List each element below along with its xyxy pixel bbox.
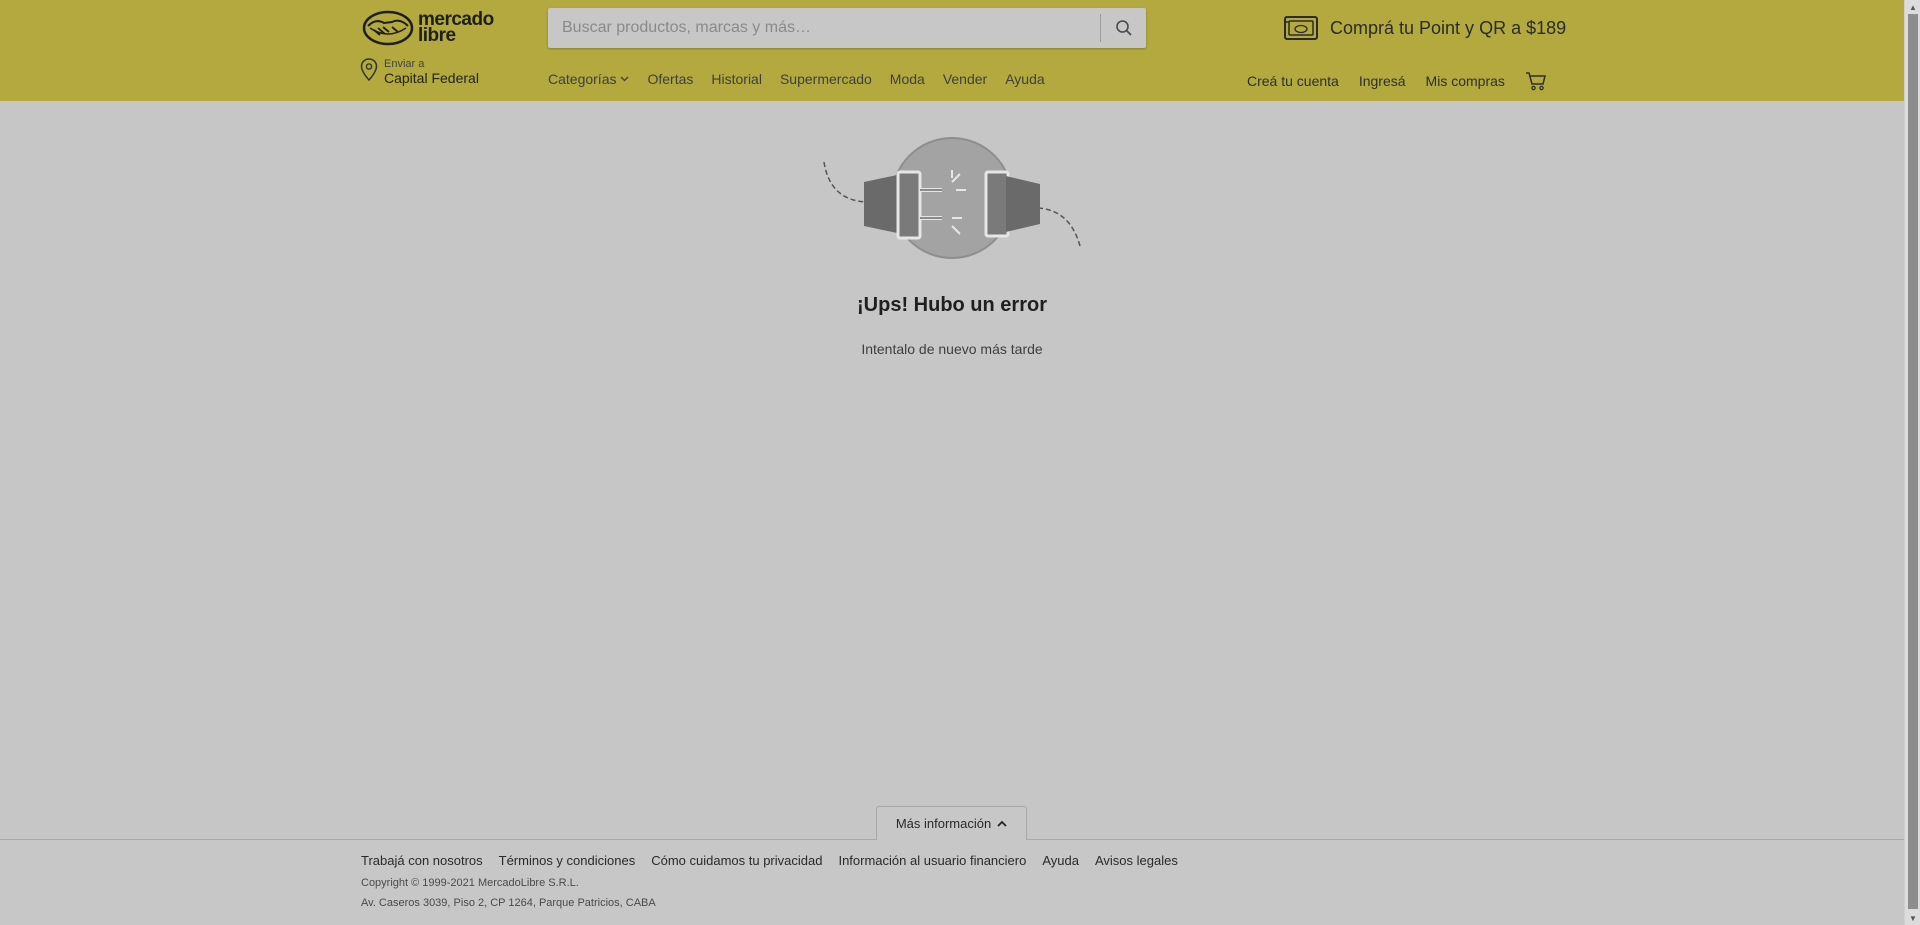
search-button[interactable]	[1100, 14, 1146, 42]
login-link[interactable]: Ingresá	[1359, 73, 1406, 89]
my-purchases-link[interactable]: Mis compras	[1426, 73, 1505, 89]
location-value: Capital Federal	[384, 70, 479, 86]
nav-item-label: Supermercado	[779, 71, 872, 87]
main-nav: Categorías Ofertas Historial Supermercad…	[548, 71, 1063, 87]
nav-item-ofertas[interactable]: Ofertas	[647, 71, 693, 87]
footer-link-ayuda[interactable]: Ayuda	[1042, 853, 1079, 868]
nav-item-label: Categorías	[548, 71, 617, 87]
point-card-reader-icon	[1284, 16, 1318, 40]
mercadolibre-logo[interactable]: mercado libre	[362, 9, 502, 47]
nav-item-moda[interactable]: Moda	[890, 71, 925, 87]
nav-item-vender[interactable]: Vender	[943, 71, 987, 87]
delivery-location[interactable]: Enviar a Capital Federal	[360, 58, 479, 87]
footer-link-terminos[interactable]: Términos y condiciones	[499, 853, 636, 868]
nav-item-label: Ofertas	[647, 71, 694, 87]
nav-item-label: Moda	[889, 71, 925, 87]
promo-banner[interactable]: Comprá tu Point y QR a $189	[1284, 13, 1566, 43]
nav-item-supermercado[interactable]: Supermercado	[780, 71, 872, 87]
more-info-toggle[interactable]: Más información	[876, 806, 1027, 840]
nav-item-historial[interactable]: Historial	[711, 71, 762, 87]
address-text: Av. Caseros 3039, Piso 2, CP 1264, Parqu…	[361, 897, 656, 909]
copyright-text: Copyright © 1999-2021 MercadoLibre S.R.L…	[361, 877, 579, 889]
more-info-label: Más información	[895, 816, 992, 831]
site-header: mercado libre Comprá tu Point y QR a $18…	[0, 0, 1904, 101]
location-pin-icon	[360, 58, 378, 82]
search-input[interactable]	[548, 8, 1100, 48]
logo-wordmark: mercado libre	[418, 10, 494, 46]
create-account-link[interactable]: Creá tu cuenta	[1247, 73, 1339, 89]
scroll-down-arrow-icon[interactable]: ▼	[1908, 913, 1918, 923]
footer-link-trabaja[interactable]: Trabajá con nosotros	[361, 853, 483, 868]
nav-item-label: Vender	[942, 71, 988, 87]
error-subtitle: Intentalo de nuevo más tarde	[861, 341, 1043, 357]
handshake-logo-icon	[362, 10, 414, 46]
chevron-down-icon	[621, 76, 629, 82]
site-footer: Trabajá con nosotros Términos y condicio…	[0, 839, 1904, 925]
location-label: Enviar a	[384, 58, 425, 70]
scroll-up-arrow-icon[interactable]: ▲	[1908, 2, 1918, 12]
error-title: ¡Ups! Hubo un error	[857, 294, 1047, 316]
nav-item-categorias[interactable]: Categorías	[548, 71, 629, 87]
chevron-up-icon	[997, 820, 1007, 827]
footer-link-privacidad[interactable]: Cómo cuidamos tu privacidad	[651, 853, 822, 868]
footer-link-avisos-legales[interactable]: Avisos legales	[1095, 853, 1178, 868]
promo-text: Comprá tu Point y QR a $189	[1330, 17, 1567, 38]
nav-item-ayuda[interactable]: Ayuda	[1005, 71, 1044, 87]
search-icon	[1115, 20, 1132, 36]
page-scrollbar[interactable]: ▲ ▼	[1904, 0, 1920, 925]
disconnected-plug-icon	[823, 137, 1081, 259]
scroll-thumb[interactable]	[1908, 14, 1918, 909]
nav-item-label: Historial	[711, 71, 762, 87]
user-nav: Creá tu cuenta Ingresá Mis compras	[1247, 71, 1547, 91]
footer-links: Trabajá con nosotros Términos y condicio…	[361, 853, 1194, 868]
logo-line-2: libre	[418, 25, 456, 46]
search-bar	[548, 8, 1146, 48]
cart-icon[interactable]	[1525, 71, 1547, 91]
nav-item-label: Ayuda	[1005, 71, 1045, 87]
footer-link-usuario-financiero[interactable]: Información al usuario financiero	[838, 853, 1026, 868]
